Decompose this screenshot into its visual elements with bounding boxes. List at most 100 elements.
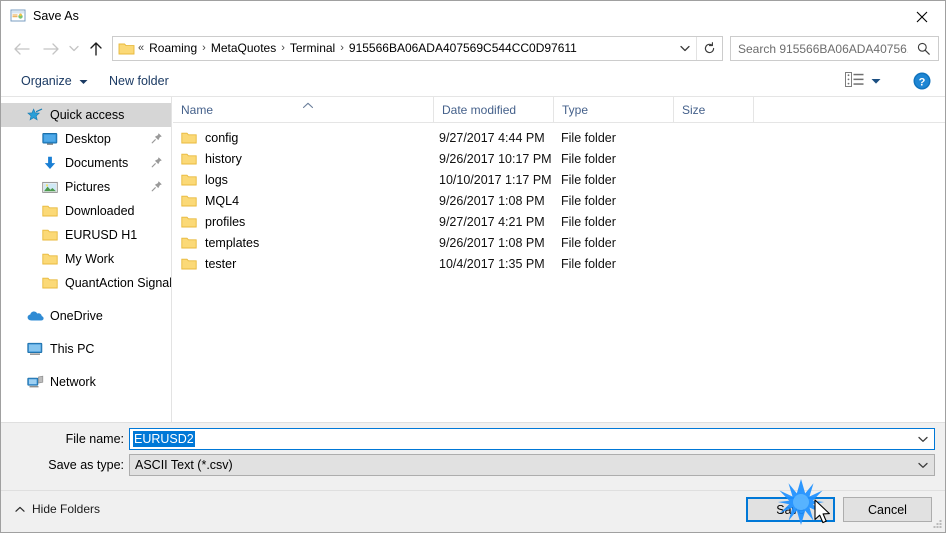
table-row[interactable]: logs 10/10/2017 1:17 PM File folder <box>173 169 945 190</box>
sidebar-item-pictures[interactable]: Pictures <box>1 175 171 199</box>
file-type-cell: File folder <box>561 151 616 166</box>
column-header-label: Name <box>181 102 214 117</box>
save-button[interactable]: Save <box>746 497 835 522</box>
file-date-cell: 10/10/2017 1:17 PM <box>439 172 552 187</box>
file-size-cell <box>679 169 757 190</box>
save-as-app-icon <box>10 8 26 24</box>
file-name-value[interactable]: EURUSD2 <box>133 431 195 447</box>
recent-locations-chevron-down-icon[interactable] <box>65 32 83 65</box>
breadcrumb-item-terminal[interactable]: Terminal <box>286 37 339 60</box>
sidebar-item-eurusd-h1[interactable]: EURUSD H1 <box>1 223 171 247</box>
folder-icon <box>181 194 197 208</box>
table-row[interactable]: history 9/26/2017 10:17 PM File folder <box>173 148 945 169</box>
sidebar-item-label: EURUSD H1 <box>65 228 138 242</box>
sidebar-item-quantaction-signal[interactable]: QuantAction Signal <box>1 271 171 295</box>
file-name-chevron-down-icon[interactable] <box>913 429 933 449</box>
sidebar-item-downloaded[interactable]: Downloaded <box>1 199 171 223</box>
column-header-type[interactable]: Type <box>554 97 674 122</box>
save-form: File name: EURUSD2 Save as type: ASCII T… <box>1 422 945 490</box>
sidebar-item-my-work[interactable]: My Work <box>1 247 171 271</box>
file-name-cell: config <box>181 127 431 148</box>
arrow-up-icon[interactable] <box>83 32 109 65</box>
breadcrumb-item-roaming[interactable]: Roaming <box>145 37 201 60</box>
navigation-bar: « Roaming › MetaQuotes › Terminal › 9155… <box>1 32 945 65</box>
search-icon[interactable] <box>912 37 934 60</box>
breadcrumb-item-terminal-id[interactable]: 915566BA06ADA407569C544CC0D97611 <box>345 37 581 60</box>
table-row[interactable]: MQL4 9/26/2017 1:08 PM File folder <box>173 190 945 211</box>
file-date-cell: 10/4/2017 1:35 PM <box>439 256 545 271</box>
file-name-input[interactable]: EURUSD2 <box>129 428 935 450</box>
folder-icon <box>118 41 135 56</box>
sidebar-item-label: Documents <box>65 156 129 170</box>
dialog-body: Quick access Desktop Documents Pictures … <box>1 97 945 422</box>
file-name-cell: MQL4 <box>181 190 431 211</box>
save-button-label: Save <box>776 502 805 517</box>
file-date-cell: 9/26/2017 10:17 PM <box>439 151 552 166</box>
pin-icon[interactable] <box>151 132 163 144</box>
column-header-name[interactable]: Name <box>173 97 434 122</box>
column-header-row: Name Date modified Type Size <box>173 97 945 123</box>
desktop-icon <box>41 131 59 147</box>
file-size-cell <box>679 190 757 211</box>
this-pc-icon <box>26 341 44 357</box>
cancel-button[interactable]: Cancel <box>843 497 932 522</box>
table-row[interactable]: templates 9/26/2017 1:08 PM File folder <box>173 232 945 253</box>
file-name-label: history <box>205 151 242 166</box>
folder-icon <box>41 251 59 267</box>
sidebar-item-network[interactable]: Network <box>1 370 171 394</box>
file-date-cell: 9/27/2017 4:21 PM <box>439 214 545 229</box>
save-as-type-chevron-down-icon[interactable] <box>913 455 933 475</box>
file-name-cell: history <box>181 148 431 169</box>
table-row[interactable]: tester 10/4/2017 1:35 PM File folder <box>173 253 945 274</box>
organize-button[interactable]: Organize <box>13 65 96 96</box>
table-row[interactable]: profiles 9/27/2017 4:21 PM File folder <box>173 211 945 232</box>
file-name-label: profiles <box>205 214 246 229</box>
organize-label: Organize <box>21 73 72 88</box>
new-folder-button[interactable]: New folder <box>101 65 177 96</box>
column-header-label: Size <box>682 102 706 117</box>
sidebar-item-documents[interactable]: Documents <box>1 151 171 175</box>
sidebar-item-label: My Work <box>65 252 115 266</box>
column-header-size[interactable]: Size <box>674 97 754 122</box>
file-name-label: MQL4 <box>205 193 240 208</box>
refresh-icon[interactable] <box>696 37 722 60</box>
close-icon[interactable] <box>899 1 945 32</box>
resize-grip-icon[interactable] <box>931 518 943 530</box>
chevron-down-icon <box>79 74 88 88</box>
arrow-left-icon[interactable] <box>7 32 35 65</box>
folder-icon <box>41 275 59 291</box>
save-as-type-select[interactable]: ASCII Text (*.csv) <box>129 454 935 476</box>
address-chevron-down-icon[interactable] <box>674 37 696 60</box>
address-bar[interactable]: « Roaming › MetaQuotes › Terminal › 9155… <box>112 36 723 61</box>
sidebar-item-onedrive[interactable]: OneDrive <box>1 304 171 328</box>
network-icon <box>26 374 44 390</box>
folder-icon <box>181 236 197 250</box>
search-box[interactable] <box>730 36 939 61</box>
column-header-label: Type <box>562 102 589 117</box>
file-name-cell: profiles <box>181 211 431 232</box>
breadcrumb-item-metaquotes[interactable]: MetaQuotes <box>207 37 280 60</box>
search-input[interactable] <box>738 38 908 59</box>
star-pin-icon <box>26 107 44 123</box>
file-name-cell: logs <box>181 169 431 190</box>
view-mode-chevron-down-icon[interactable] <box>871 74 881 88</box>
sidebar-item-label: Downloaded <box>65 204 135 218</box>
sidebar-item-desktop[interactable]: Desktop <box>1 127 171 151</box>
file-size-cell <box>679 127 757 148</box>
pin-icon[interactable] <box>151 156 163 168</box>
file-date-cell: 9/27/2017 4:44 PM <box>439 130 545 145</box>
file-size-cell <box>679 211 757 232</box>
sidebar-item-this-pc[interactable]: This PC <box>1 337 171 361</box>
window-title: Save As <box>33 9 79 23</box>
view-mode-button[interactable] <box>839 65 887 96</box>
folder-icon <box>181 131 197 145</box>
column-header-date-modified[interactable]: Date modified <box>434 97 554 122</box>
cancel-button-label: Cancel <box>868 502 907 517</box>
file-type-cell: File folder <box>561 235 616 250</box>
arrow-right-icon[interactable] <box>37 32 65 65</box>
pin-icon[interactable] <box>151 180 163 192</box>
sidebar-item-quick-access[interactable]: Quick access <box>1 103 171 127</box>
help-question-icon[interactable]: ? <box>913 72 931 90</box>
hide-folders-button[interactable]: Hide Folders <box>15 502 100 516</box>
table-row[interactable]: config 9/27/2017 4:44 PM File folder <box>173 127 945 148</box>
